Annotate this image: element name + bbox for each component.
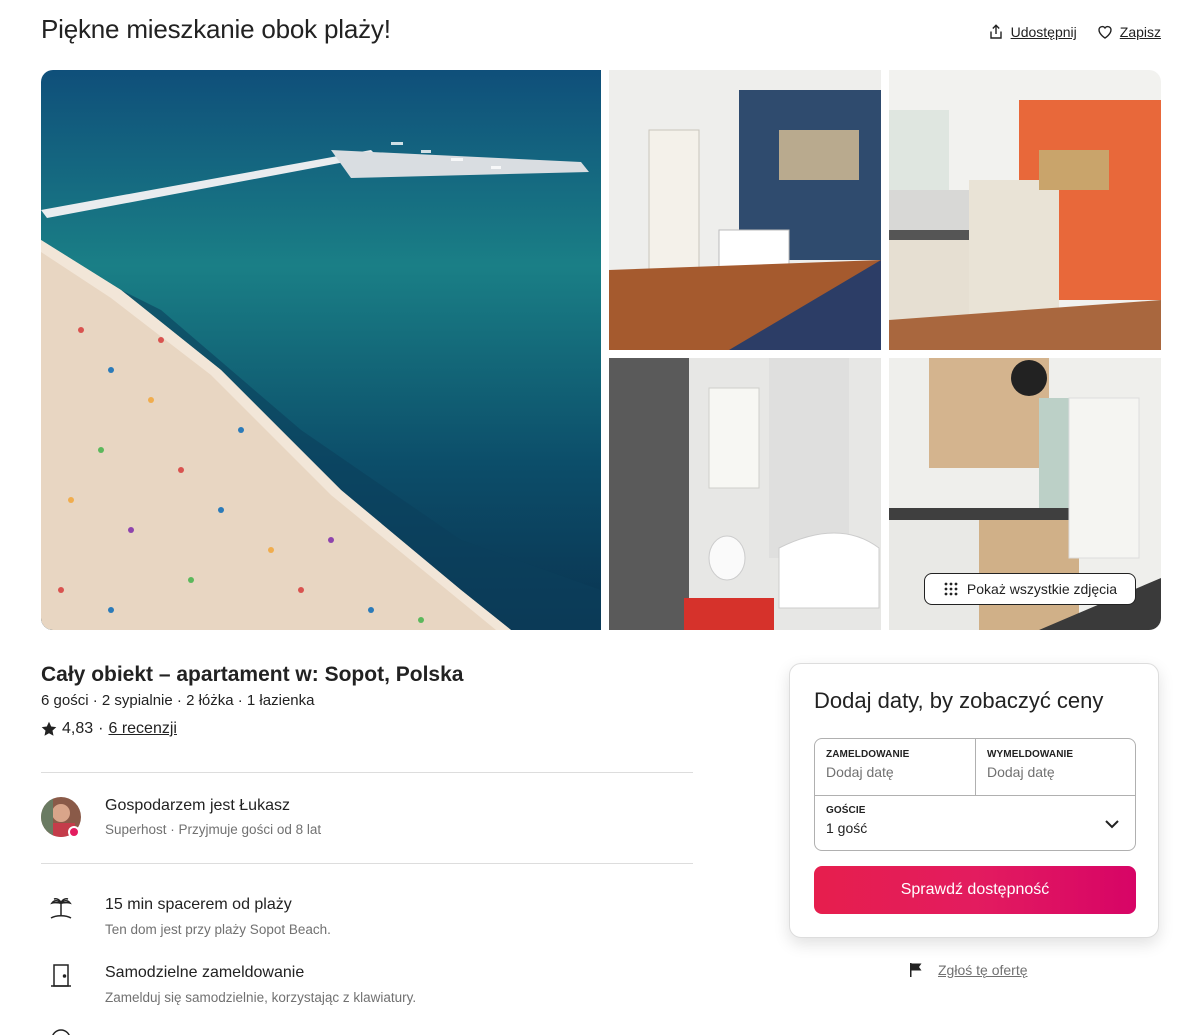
photo-gallery: [41, 70, 1161, 630]
listing-subtitle: Cały obiekt – apartament w: Sopot, Polsk…: [41, 663, 464, 686]
share-label: Udostępnij: [1010, 24, 1077, 40]
photo-kitchen-orange[interactable]: [889, 70, 1161, 350]
superhost-badge: [68, 826, 80, 838]
feature-subtitle: Zamelduj się samodzielnie, korzystając z…: [105, 990, 417, 1005]
flag-icon: [910, 963, 922, 977]
grid-dots-icon: [944, 582, 958, 596]
show-all-photos-label: Pokaż wszystkie zdjęcia: [966, 581, 1118, 597]
checkout-value: Dodaj datę: [987, 764, 1055, 780]
star-icon: [41, 721, 57, 736]
host-name: Gospodarzem jest Łukasz: [105, 797, 290, 814]
feature-icon-partial: [52, 1029, 70, 1035]
palm-tree-icon: [50, 898, 72, 919]
guests-label: GOŚCIE: [826, 805, 866, 816]
rating-separator: ·: [98, 720, 104, 737]
checkin-field[interactable]: ZAMELDOWANIE Dodaj datę: [826, 749, 966, 780]
checkout-label: WYMELDOWANIE: [987, 749, 1074, 760]
feature-title: Samodzielne zameldowanie: [105, 964, 305, 981]
feature-subtitle: Ten dom jest przy plaży Sopot Beach.: [105, 922, 331, 937]
checkin-label: ZAMELDOWANIE: [826, 749, 910, 760]
rating-value: 4,83: [62, 720, 94, 737]
door-icon: [51, 964, 71, 987]
divider: [41, 863, 693, 864]
feature-title: 15 min spacerem od plaży: [105, 896, 292, 913]
guests-value: 1 gość: [826, 820, 868, 836]
photo-bedroom[interactable]: [609, 70, 881, 350]
check-availability-button[interactable]: Sprawdź dostępność: [814, 866, 1136, 914]
share-icon: [989, 24, 1002, 39]
listing-specs: 6 gości · 2 sypialnie · 2 łóżka · 1 łazi…: [41, 692, 315, 709]
checkin-value: Dodaj datę: [826, 764, 894, 780]
header-actions: Udostępnij Zapisz: [988, 24, 1161, 40]
booking-title: Dodaj daty, by zobaczyć ceny: [814, 688, 1104, 713]
guests-field[interactable]: GOŚCIE 1 gość: [826, 805, 1126, 836]
photo-bathroom[interactable]: [609, 358, 881, 630]
chevron-down-icon[interactable]: [1103, 815, 1121, 833]
page-title: Piękne mieszkanie obok plaży!: [41, 14, 391, 44]
checkout-field[interactable]: WYMELDOWANIE Dodaj datę: [987, 749, 1127, 780]
rating-summary: 4,83 · 6 recenzji: [41, 720, 177, 738]
host-subtitle: Superhost · Przyjmuje gości od 8 lat: [105, 822, 322, 837]
report-listing[interactable]: Zgłoś tę ofertę: [908, 962, 1028, 978]
heart-icon: [1098, 25, 1112, 39]
share-button[interactable]: Udostępnij: [988, 24, 1077, 40]
booking-card: Dodaj daty, by zobaczyć ceny ZAMELDOWANI…: [789, 663, 1159, 938]
save-label: Zapisz: [1119, 24, 1161, 40]
photo-beach-aerial[interactable]: [41, 70, 601, 630]
date-guest-picker: ZAMELDOWANIE Dodaj datę WYMELDOWANIE Dod…: [814, 738, 1136, 851]
divider: [41, 772, 693, 773]
reviews-link[interactable]: 6 recenzji: [108, 720, 176, 738]
picker-divider: [815, 795, 1135, 796]
show-all-photos-button[interactable]: Pokaż wszystkie zdjęcia: [924, 573, 1136, 605]
report-label[interactable]: Zgłoś tę ofertę: [938, 962, 1028, 978]
picker-divider: [975, 739, 976, 795]
save-button[interactable]: Zapisz: [1097, 24, 1161, 40]
